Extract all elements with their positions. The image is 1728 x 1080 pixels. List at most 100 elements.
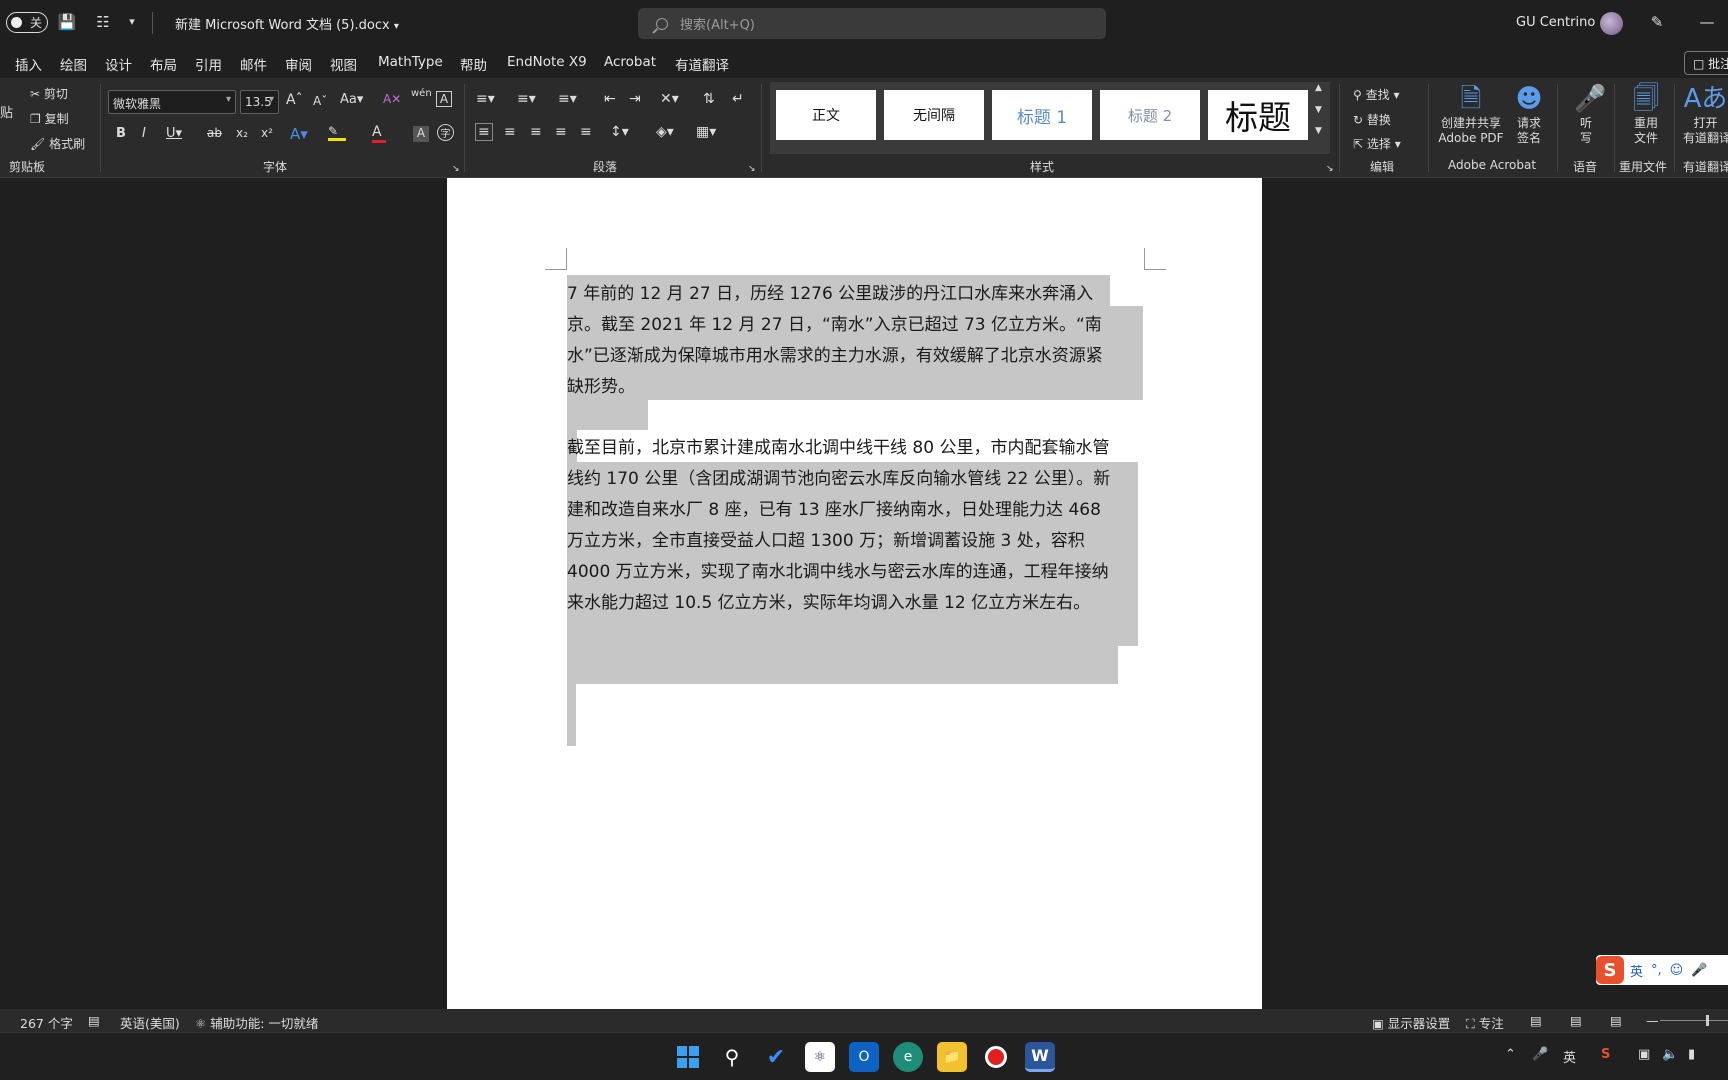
tab-view[interactable]: 视图 bbox=[330, 54, 357, 74]
format-painter-button[interactable]: 🖌 格式刷 bbox=[30, 135, 85, 152]
minimize-icon[interactable]: — bbox=[1697, 12, 1717, 32]
ime-toolbar[interactable]: S 英 °, ☺ 🎤 bbox=[1596, 955, 1728, 985]
todo-icon[interactable]: ✔ bbox=[761, 1042, 791, 1072]
ime-mode[interactable]: 英 bbox=[1630, 961, 1643, 980]
dialog-launcher-icon[interactable]: ↘ bbox=[748, 164, 756, 174]
input-language[interactable]: 英 bbox=[1563, 1047, 1576, 1066]
select-button[interactable]: ⇱ 选择 ▾ bbox=[1353, 135, 1401, 152]
shading-icon[interactable]: ◈▾ bbox=[656, 124, 674, 140]
char-border-icon[interactable]: A bbox=[436, 91, 452, 107]
pen-icon[interactable]: ✎ bbox=[1647, 12, 1667, 32]
emoji-icon[interactable]: ☺ bbox=[1670, 963, 1684, 978]
tab-draw[interactable]: 绘图 bbox=[60, 54, 87, 74]
web-layout-icon[interactable]: ▤ bbox=[1610, 1013, 1622, 1028]
distributed-icon[interactable]: ≡ bbox=[580, 124, 592, 140]
bold-icon[interactable]: B bbox=[116, 126, 126, 141]
align-center-icon[interactable]: ≡ bbox=[504, 124, 516, 140]
save-icon[interactable]: 💾 bbox=[57, 12, 77, 32]
comments-button[interactable]: □ 批注 bbox=[1684, 51, 1728, 75]
language-indicator[interactable]: 英语(美国) bbox=[120, 1013, 180, 1032]
tab-insert[interactable]: 插入 bbox=[15, 54, 42, 74]
decrease-indent-icon[interactable]: ⇤ bbox=[604, 91, 616, 107]
sogou-tray-icon[interactable]: S bbox=[1601, 1047, 1610, 1062]
accessibility-status[interactable]: ⚛ 辅助功能: 一切就绪 bbox=[195, 1013, 318, 1032]
show-marks-icon[interactable]: ↵ bbox=[732, 91, 744, 107]
line-spacing-icon[interactable]: ↕▾ bbox=[610, 124, 629, 140]
app-icon[interactable]: ⚛ bbox=[805, 1042, 835, 1072]
paste-button[interactable]: 贴 bbox=[0, 102, 13, 121]
paragraph-line[interactable]: 缺形势。 bbox=[567, 372, 635, 397]
tab-mailings[interactable]: 邮件 bbox=[240, 54, 267, 74]
punctuation-icon[interactable]: °, bbox=[1651, 963, 1662, 978]
edge-icon[interactable]: e bbox=[893, 1042, 923, 1072]
zoom-slider[interactable] bbox=[1660, 1020, 1728, 1021]
highlight-icon[interactable]: ✎ bbox=[328, 124, 346, 141]
paragraph-line[interactable]: 截至目前，北京市累计建成南水北调中线干线 80 公里，市内配套输水管 bbox=[567, 433, 1109, 458]
word-count[interactable]: 267 个字 bbox=[20, 1013, 73, 1032]
tab-review[interactable]: 审阅 bbox=[285, 54, 312, 74]
enclose-char-icon[interactable]: 字 bbox=[437, 124, 454, 141]
document-title[interactable]: 新建 Microsoft Word 文档 (5).docx ▾ bbox=[175, 14, 399, 33]
outlook-icon[interactable]: O bbox=[849, 1042, 879, 1072]
char-shading-icon[interactable]: A bbox=[413, 126, 429, 142]
tab-design[interactable]: 设计 bbox=[105, 54, 132, 74]
word-icon[interactable]: W bbox=[1025, 1042, 1055, 1072]
search-input[interactable]: 搜索(Alt+Q) bbox=[638, 8, 1106, 39]
paragraph-line[interactable]: 京。截至 2021 年 12 月 27 日，“南水”入京已超过 73 亿立方米。… bbox=[567, 310, 1102, 335]
display-settings-button[interactable]: ▣ 显示器设置 bbox=[1372, 1013, 1450, 1032]
gallery-up-icon[interactable]: ▲ bbox=[1315, 83, 1322, 93]
multilevel-list-icon[interactable]: ≡▾ bbox=[558, 91, 577, 107]
font-name-select[interactable]: 微软雅黑 ▾ bbox=[108, 90, 236, 114]
create-share-pdf-button[interactable]: 🗎 创建并共享 Adobe PDF bbox=[1437, 82, 1505, 146]
dialog-launcher-icon[interactable]: ↘ bbox=[452, 164, 460, 174]
zoom-out-icon[interactable]: — bbox=[1646, 1013, 1659, 1028]
volume-icon[interactable]: 🔈 bbox=[1662, 1047, 1678, 1062]
chinese-layout-icon[interactable]: ✕▾ bbox=[660, 91, 679, 107]
style-normal[interactable]: 正文 bbox=[776, 90, 876, 140]
open-youdao-button[interactable]: Aあ 打开 有道翻译 bbox=[1683, 82, 1728, 146]
paragraph-line[interactable]: 水”已逐渐成为保障城市用水需求的主力水源，有效缓解了北京水资源紧 bbox=[567, 341, 1103, 366]
record-icon[interactable] bbox=[981, 1042, 1011, 1072]
reuse-files-button[interactable]: 🗐 重用 文件 bbox=[1626, 82, 1666, 146]
customize-toolbar-icon[interactable]: ▾ bbox=[122, 12, 142, 32]
tray-overflow-icon[interactable]: ⌃ bbox=[1505, 1047, 1516, 1062]
paragraph-line[interactable]: 7 年前的 12 月 27 日，历经 1276 公里跋涉的丹江口水库来水奔涌入 bbox=[567, 279, 1093, 304]
tab-mathtype[interactable]: MathType bbox=[378, 54, 443, 70]
numbering-icon[interactable]: ≡▾ bbox=[517, 91, 536, 107]
zoom-slider-thumb[interactable] bbox=[1706, 1015, 1709, 1026]
windows-start-icon[interactable] bbox=[673, 1042, 703, 1072]
cut-button[interactable]: ✂ 剪切 bbox=[30, 85, 68, 102]
tab-layout[interactable]: 布局 bbox=[150, 54, 177, 74]
battery-icon[interactable]: ▮ bbox=[1688, 1047, 1695, 1062]
style-no-spacing[interactable]: 无间隔 bbox=[884, 90, 984, 140]
style-heading-2[interactable]: 标题 2 bbox=[1100, 90, 1200, 140]
grow-font-icon[interactable]: Aˆ bbox=[286, 92, 303, 108]
proofing-icon[interactable]: ▤ bbox=[88, 1013, 100, 1028]
paragraph-line[interactable]: 4000 万立方米，实现了南水北调中线水与密云水库的连通，工程年接纳 bbox=[567, 557, 1109, 582]
style-title[interactable]: 标题 bbox=[1208, 90, 1308, 140]
autosave-toggle[interactable]: 关 bbox=[6, 12, 48, 33]
paragraph-line[interactable]: 万立方米，全市直接受益人口超 1300 万；新增调蓄设施 3 处，容积 bbox=[567, 526, 1085, 551]
print-layout-icon[interactable]: ▤ bbox=[1570, 1013, 1582, 1028]
justify-icon[interactable]: ≡ bbox=[555, 124, 567, 140]
font-size-select[interactable]: 13.5 ▾ bbox=[240, 90, 279, 114]
superscript-icon[interactable]: x² bbox=[261, 126, 273, 140]
copy-button[interactable]: ❐ 复制 bbox=[30, 110, 69, 127]
align-left-icon[interactable]: ≡ bbox=[475, 123, 493, 141]
underline-icon[interactable]: U▾ bbox=[166, 126, 182, 141]
paragraph-line[interactable]: 建和改造自来水厂 8 座，已有 13 座水厂接纳南水，日处理能力达 468 bbox=[567, 495, 1101, 520]
shrink-font-icon[interactable]: Aˇ bbox=[313, 94, 327, 108]
clear-format-icon[interactable]: A✕ bbox=[383, 92, 401, 106]
subscript-icon[interactable]: x₂ bbox=[236, 126, 248, 140]
microphone-icon[interactable]: 🎤 bbox=[1532, 1047, 1548, 1062]
network-icon[interactable]: ▣ bbox=[1638, 1047, 1650, 1062]
text-effects-icon[interactable]: A▾ bbox=[290, 125, 308, 143]
microphone-icon[interactable]: 🎤 bbox=[1691, 963, 1707, 978]
tab-help[interactable]: 帮助 bbox=[460, 54, 487, 74]
font-color-icon[interactable]: A bbox=[372, 124, 386, 143]
borders-icon[interactable]: ▦▾ bbox=[696, 124, 716, 140]
align-right-icon[interactable]: ≡ bbox=[530, 124, 542, 140]
paragraph-line[interactable]: 来水能力超过 10.5 亿立方米，实际年均调入水量 12 亿立方米左右。 bbox=[567, 588, 1090, 613]
search-icon[interactable]: ⚲ bbox=[717, 1042, 747, 1072]
increase-indent-icon[interactable]: ⇥ bbox=[629, 91, 641, 107]
